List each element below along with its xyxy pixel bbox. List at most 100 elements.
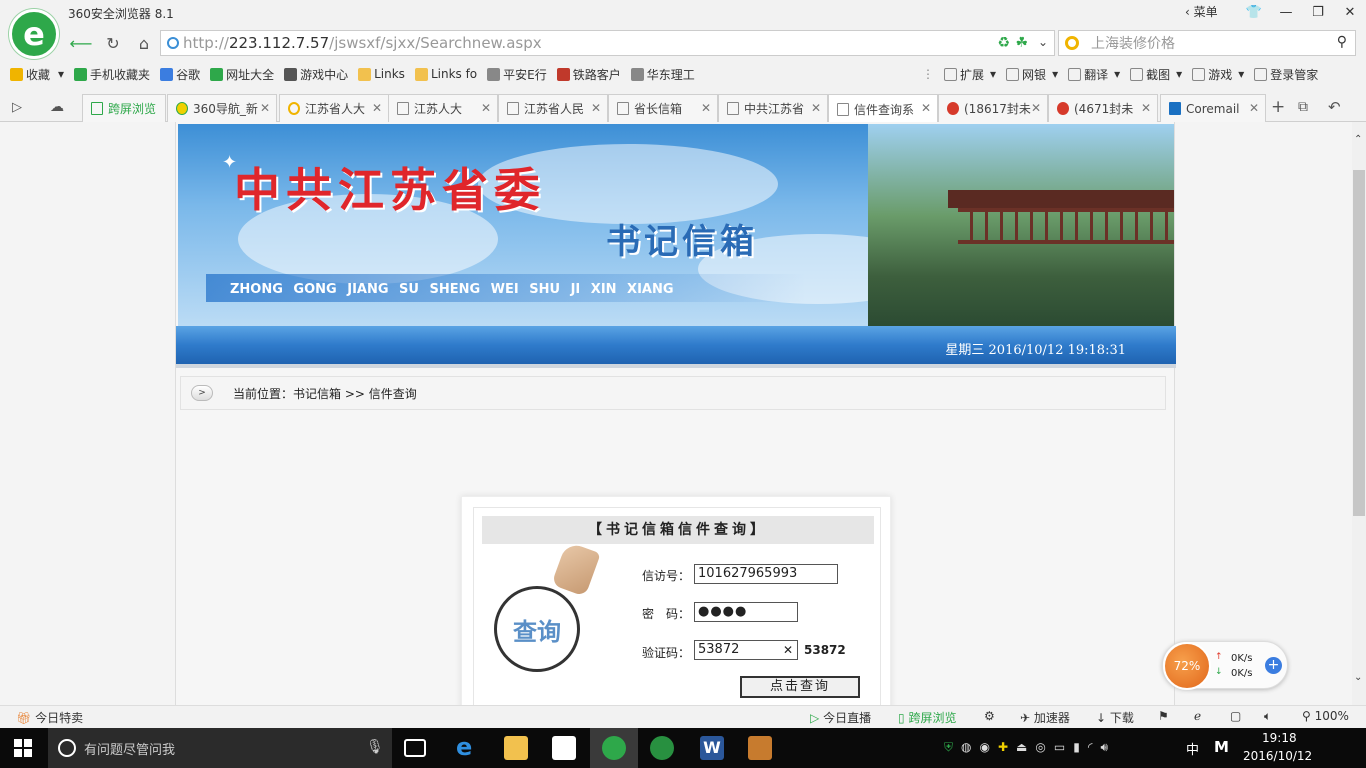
usb-icon[interactable]: ⏏ [1016,740,1027,755]
tab-close-icon[interactable]: ✕ [920,101,931,115]
scrollbar-thumb[interactable] [1353,170,1365,516]
search-box[interactable]: 上海装修价格 ⚲ [1058,30,1356,56]
dropdown-icon[interactable]: ▾ [1114,67,1120,81]
bookmark-item[interactable]: 网址大全 [210,66,274,83]
taskbar-date[interactable]: 2016/10/12 [1243,749,1312,763]
tab-11[interactable]: Coremail ✕ [1160,94,1266,122]
accelerator-link[interactable]: ✈ 加速器 [1020,709,1070,726]
password-input[interactable]: ●●●● [694,602,798,622]
windows-start-icon[interactable] [14,739,32,757]
speaker-icon[interactable]: 🔊︎ [1100,740,1108,755]
leaf-icon[interactable]: ☘ [1015,35,1028,51]
flag-icon[interactable]: ⚑ [1158,709,1169,723]
clear-icon[interactable]: ✕ [783,642,793,658]
menu-button[interactable]: ‹ 菜单 [1185,3,1218,20]
tab-close-icon[interactable]: ✕ [810,101,821,115]
url-text[interactable]: http://223.112.7.57/jswsxf/sjxx/Searchne… [183,34,542,52]
shield-icon[interactable]: ⛨ [944,740,953,755]
petition-number-input[interactable]: 101627965993 [694,564,838,584]
captcha-image[interactable]: 53872 [804,643,846,657]
battery-icon[interactable]: ▮ [1073,740,1080,755]
window-icon[interactable]: ▢ [1230,709,1241,723]
skin-icon[interactable]: 👕 [1238,0,1270,24]
minimize-icon[interactable]: — [1270,0,1302,24]
zoom-control[interactable]: ⚲ 100% [1302,709,1349,723]
compat-mode-icon[interactable]: ♻ [997,35,1010,51]
dropdown-icon[interactable]: ▾ [990,67,996,81]
tab-close-icon[interactable]: ✕ [480,101,491,115]
bookmark-item[interactable]: 华东理工 [630,66,695,83]
tab-3[interactable]: 江苏省人大 ✕ [279,94,389,122]
tab-4[interactable]: 江苏人大 ✕ [388,94,498,122]
tab-6[interactable]: 省长信箱 ✕ [608,94,718,122]
tab-1[interactable]: 跨屏浏览 [82,94,166,122]
close-icon[interactable]: ✕ [1334,0,1366,24]
search-engine-icon[interactable] [1065,36,1079,50]
tab-9[interactable]: (18617封未 ✕ [938,94,1048,122]
sidebar-toggle-icon[interactable]: ▷ [12,100,22,115]
task-view-icon[interactable] [404,739,426,757]
scroll-up-icon[interactable]: ⌃ [1354,134,1362,145]
toolbar-login-button[interactable]: 登录管家 [1254,66,1318,83]
dropdown-icon[interactable]: ▾ [1052,67,1058,81]
cross-screen-link[interactable]: ▯ 跨屏浏览 [898,709,956,726]
undo-close-icon[interactable]: ↶ [1328,98,1341,116]
tab-5[interactable]: 江苏省人民 ✕ [498,94,608,122]
cortana-search[interactable]: 有问题尽管问我 🎙︎ [48,728,392,768]
search-icon[interactable]: ⚲ [1337,34,1347,50]
taskbar-time[interactable]: 19:18 [1262,731,1297,745]
tab-2[interactable]: 360导航_新 ✕ [167,94,277,122]
microphone-icon[interactable]: 🎙︎ [366,739,384,755]
home-icon[interactable]: ⌂ [131,30,157,56]
bookmark-item[interactable]: 游戏中心 [284,66,348,83]
tab-close-icon[interactable]: ✕ [1030,101,1041,115]
m-tray-icon[interactable]: M [1214,738,1229,756]
360-browser-taskbar-icon[interactable] [602,736,626,760]
dropdown-icon[interactable]: ▾ [1238,67,1244,81]
bookmark-item[interactable]: 收藏 ▾ [10,66,64,83]
360-plus-icon[interactable]: ✚ [998,740,1008,755]
download-link[interactable]: ↓ 下载 [1096,709,1134,726]
tab-close-icon[interactable]: ✕ [590,101,601,115]
tab-close-icon[interactable]: ✕ [371,101,382,115]
refresh-icon[interactable]: ↻ [100,30,126,56]
wifi-icon[interactable]: ◜ [1088,740,1093,755]
address-bar[interactable]: http://223.112.7.57/jswsxf/sjxx/Searchne… [160,30,1055,56]
speedup-icon[interactable]: + [1265,657,1282,674]
scroll-down-icon[interactable]: ⌄ [1354,672,1362,683]
tab-close-icon[interactable]: ✕ [1140,101,1151,115]
tab-10[interactable]: (4671封未 ✕ [1048,94,1158,122]
memory-usage-ball[interactable]: 72% [1163,642,1211,690]
tab-8[interactable]: 信件查询系 ✕ [828,94,938,123]
search-input[interactable]: 上海装修价格 [1091,33,1175,53]
new-tab-icon[interactable]: + [1271,97,1285,117]
dropdown-icon[interactable]: ⌄ [1038,35,1048,49]
ie-icon[interactable]: ℯ [1194,709,1201,723]
captcha-input[interactable]: 53872 ✕ [694,640,798,660]
bookmark-item[interactable]: 铁路客户 [556,66,621,83]
live-link[interactable]: ▷ 今日直播 [810,709,871,726]
store-icon[interactable] [552,736,576,760]
toolbar-translate-button[interactable]: 翻译 ▾ [1068,66,1120,83]
back-icon[interactable]: ⟵ [68,30,94,56]
tab-list-icon[interactable]: ⧉ [1298,99,1308,115]
dropdown-icon[interactable]: ▾ [1176,67,1182,81]
maximize-icon[interactable]: ❐ [1302,0,1334,24]
tab-7[interactable]: 中共江苏省 ✕ [718,94,828,122]
toolbar-extension-button[interactable]: 扩展 ▾ [944,66,996,83]
bookmark-item[interactable]: 手机收藏夹 [74,66,150,83]
qq-icon[interactable]: ◉ [980,740,990,755]
tab-close-icon[interactable]: ✕ [259,101,270,115]
bookmark-item[interactable]: Links fo [414,67,477,81]
network-speed-widget[interactable]: 72% ↑ 0K/s ↓ 0K/s + [1162,641,1288,690]
toolbar-game-button[interactable]: 游戏 ▾ [1192,66,1244,83]
vertical-scrollbar[interactable]: ⌃ ⌄ [1352,122,1366,705]
tab-close-icon[interactable]: ✕ [700,101,711,115]
tab-close-icon[interactable]: ✕ [1248,101,1259,115]
bookmark-item[interactable]: 平安E行 [487,66,547,83]
toolbar-screenshot-button[interactable]: 截图 ▾ [1130,66,1182,83]
file-explorer-icon[interactable] [504,736,528,760]
cortana-search-input[interactable]: 有问题尽管问我 [84,739,175,758]
paint-tools-icon[interactable] [748,736,772,760]
bookmark-item[interactable]: Links [358,67,405,81]
